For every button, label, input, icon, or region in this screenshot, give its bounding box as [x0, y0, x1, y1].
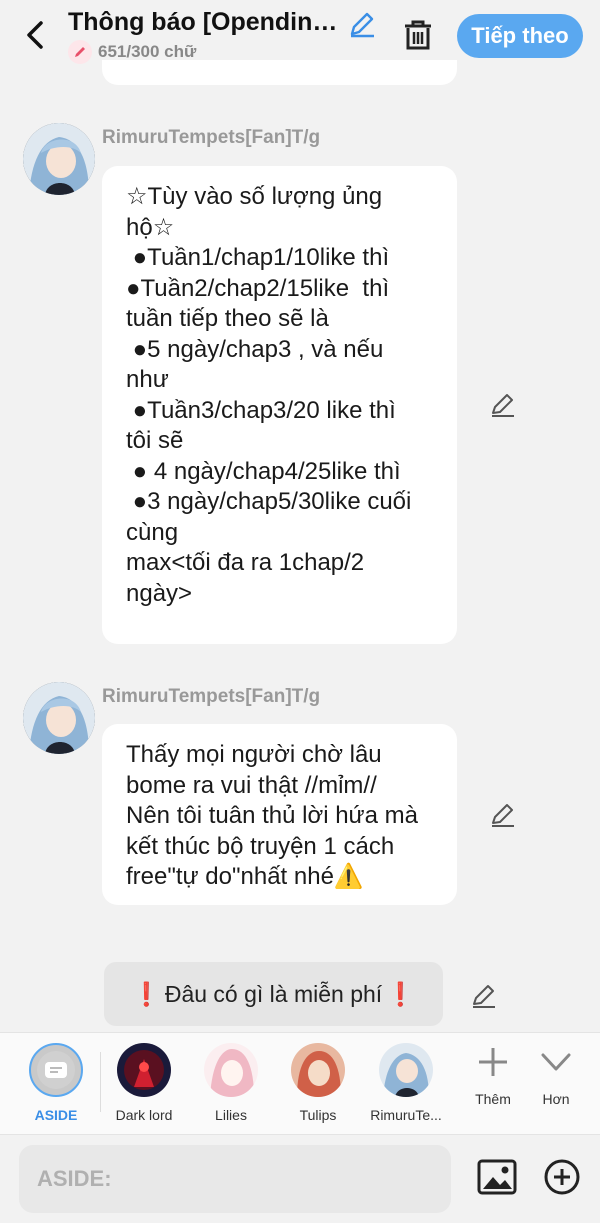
- message-line: kết thúc bộ truyện 1 cách: [126, 832, 395, 860]
- edit-message-icon[interactable]: [489, 800, 517, 828]
- message-line: ☆Tùy vào số lượng ủng: [126, 183, 383, 210]
- character-rimuru[interactable]: RimuruTe...: [366, 1043, 446, 1123]
- input-bar: [0, 1134, 600, 1223]
- message-line: Nên tôi tuân thủ lời hứa mà: [126, 802, 418, 829]
- less-label: Hơn: [542, 1091, 570, 1107]
- pencil-icon: [68, 40, 92, 64]
- character-aside[interactable]: ASIDE: [16, 1043, 96, 1123]
- page-title: Thông báo [Opending ...: [68, 8, 338, 36]
- exclamation-icon: ❗: [132, 980, 161, 1007]
- character-name: ASIDE: [34, 1107, 78, 1123]
- sender-name: RimuruTempets[Fan]T/g: [102, 686, 321, 707]
- message-line: ●5 ngày/chap3 , và nếu: [126, 335, 384, 363]
- image-icon[interactable]: [475, 1157, 519, 1199]
- message-line: max<tối đa ra 1chap/2: [126, 549, 365, 576]
- add-circle-icon[interactable]: [543, 1158, 581, 1196]
- message-line: ●Tuần3/chap3/20 like thì: [126, 396, 396, 424]
- message-line: Thấy mọi người chờ lâu: [126, 741, 382, 768]
- message-line: như: [126, 366, 169, 393]
- back-icon[interactable]: [20, 18, 50, 52]
- edit-title-icon[interactable]: [347, 9, 377, 39]
- message-line: ●3 ngày/chap5/30like cuối: [126, 488, 412, 515]
- message-line: ●Tuần2/chap2/15like thì: [126, 274, 390, 302]
- edit-message-icon[interactable]: [489, 390, 517, 418]
- message-line: ● 4 ngày/chap4/25like thì: [126, 457, 401, 485]
- message-line: ●Tuần1/chap1/10like thì: [126, 244, 390, 271]
- more-label: Thêm: [475, 1091, 511, 1107]
- message-line: bome ra vui thật //mỉm//: [126, 771, 377, 799]
- exclamation-icon: ❗: [386, 980, 415, 1007]
- message-line: free"tự do"nhất nhé⚠️: [126, 863, 364, 890]
- word-count-text: 651/300 chữ: [98, 42, 197, 61]
- rimuru-avatar: [379, 1043, 433, 1097]
- message-line: ngày>: [126, 579, 193, 607]
- character-name: Tulips: [299, 1107, 337, 1123]
- sender-name: RimuruTempets[Fan]T/g: [102, 127, 321, 148]
- more-button[interactable]: Thêm: [463, 1042, 523, 1107]
- message-line: hộ☆: [126, 213, 175, 241]
- message-line: tôi sẽ: [126, 427, 184, 454]
- less-button[interactable]: Hơn: [526, 1042, 586, 1107]
- edit-message-icon[interactable]: [470, 981, 498, 1009]
- character-name: Lilies: [215, 1107, 247, 1123]
- aside-message[interactable]: ❗ Đâu có gì là miễn phí ❗: [104, 962, 443, 1026]
- aside-icon: [29, 1043, 83, 1097]
- next-button[interactable]: Tiếp theo: [457, 14, 583, 58]
- message-line: tuần tiếp theo sẽ là: [126, 305, 329, 332]
- previous-message-bubble: [102, 60, 457, 85]
- message-input[interactable]: [19, 1145, 451, 1213]
- character-name: RimuruTe...: [370, 1107, 442, 1123]
- character-tulips[interactable]: Tulips: [278, 1043, 358, 1123]
- tulips-avatar: [291, 1043, 345, 1097]
- avatar[interactable]: [23, 123, 95, 195]
- avatar[interactable]: [23, 682, 95, 754]
- character-lilies[interactable]: Lilies: [191, 1043, 271, 1123]
- dark-lord-avatar: [117, 1043, 171, 1097]
- chevron-down-icon: [541, 1053, 571, 1071]
- trash-icon[interactable]: [402, 18, 434, 52]
- plus-icon: [479, 1048, 507, 1076]
- character-dark-lord[interactable]: Dark lord: [104, 1043, 184, 1123]
- message-bubble[interactable]: ☆Tùy vào số lượng ủng hộ☆ ●Tuần1/chap1/1…: [102, 166, 457, 644]
- message-line: cùng: [126, 518, 179, 546]
- lilies-avatar: [204, 1043, 258, 1097]
- divider: [100, 1052, 101, 1112]
- character-name: Dark lord: [115, 1107, 173, 1123]
- message-bubble[interactable]: Thấy mọi người chờ lâu bome ra vui thật …: [102, 724, 457, 905]
- aside-message-text: Đâu có gì là miễn phí: [164, 980, 383, 1007]
